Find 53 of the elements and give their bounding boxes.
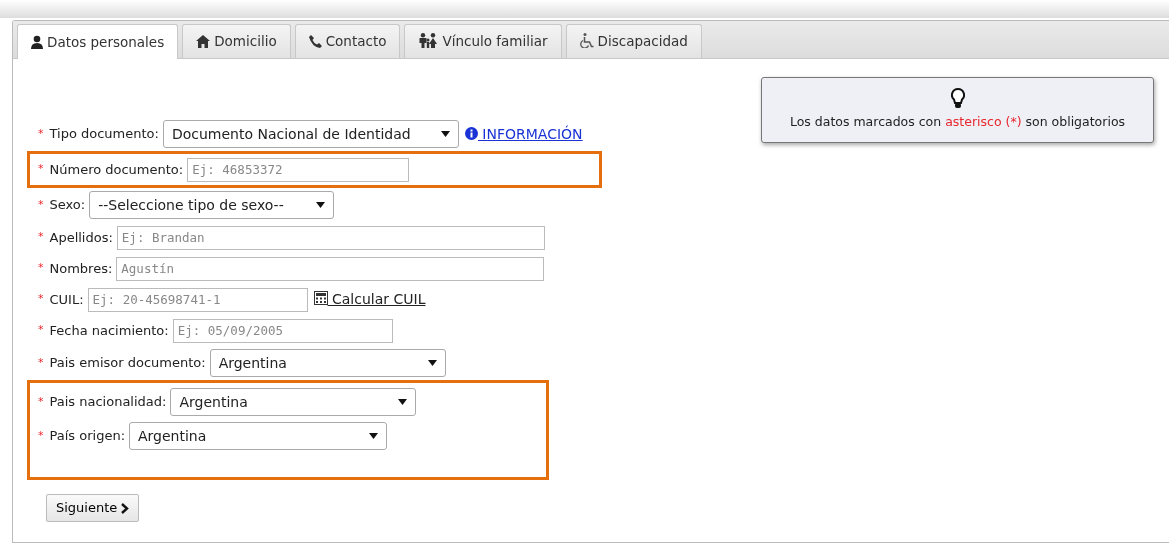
field-label: Fecha nacimiento: <box>49 321 169 340</box>
user-icon <box>31 34 43 49</box>
dropdown[interactable]: Argentina <box>170 388 417 416</box>
tab[interactable]: Domicilio <box>182 24 291 58</box>
input-field[interactable]: Ej: 46853372 <box>187 157 410 182</box>
field-label: Apellidos: <box>49 228 113 247</box>
family-icon <box>418 33 439 49</box>
input-field[interactable]: Agustín <box>116 256 545 281</box>
link[interactable]: INFORMACIÓN <box>464 123 583 145</box>
required-asterisk: * <box>38 427 44 444</box>
home-icon <box>196 35 211 49</box>
field-label: País origen: <box>49 427 126 446</box>
lightbulb-icon <box>950 88 965 111</box>
info-icon <box>464 126 478 140</box>
required-asterisk: * <box>38 260 44 277</box>
field-label: Número documento: <box>49 160 184 179</box>
field-label: Sexo: <box>49 196 86 215</box>
field-label: CUIL: <box>49 290 84 309</box>
field-label: Pais emisor documento: <box>49 354 206 373</box>
caret-icon <box>398 399 408 405</box>
dropdown[interactable]: --Seleccione tipo de sexo-- <box>89 191 335 219</box>
required-asterisk: * <box>38 161 44 178</box>
required-asterisk: * <box>38 291 44 308</box>
phone-icon <box>308 35 322 49</box>
field-label: Pais nacionalidad: <box>49 393 167 412</box>
chevron-right-icon <box>121 503 130 514</box>
caret-icon <box>316 202 326 208</box>
wheelchair-icon <box>579 33 594 49</box>
dropdown[interactable]: Argentina <box>209 349 446 377</box>
next-button[interactable]: Siguiente <box>46 494 140 522</box>
field-label: Nombres: <box>49 259 113 278</box>
calculator-icon <box>313 291 328 305</box>
required-asterisk: * <box>38 196 44 213</box>
tab[interactable]: Datos personales <box>17 24 179 59</box>
tab[interactable]: Discapacidad <box>565 24 702 58</box>
required-asterisk: * <box>38 125 44 142</box>
dropdown[interactable]: Documento Nacional de Identidad <box>162 120 459 148</box>
required-asterisk: * <box>38 393 44 410</box>
caret-icon <box>427 360 437 366</box>
dropdown[interactable]: Argentina <box>129 422 388 450</box>
input-field[interactable]: Ej: Brandan <box>116 225 545 250</box>
caret-icon <box>369 433 379 439</box>
tab[interactable]: Contacto <box>294 24 401 58</box>
note-text: Los datos marcados con asterisco (*) son obligatorios <box>789 113 1126 132</box>
caret-icon <box>440 131 450 137</box>
input-field[interactable]: Ej: 05/09/2005 <box>172 318 393 343</box>
link[interactable]: Calcular CUIL <box>313 289 426 310</box>
required-asterisk: * <box>38 229 44 246</box>
required-asterisk: * <box>38 354 44 371</box>
input-field[interactable]: Ej: 20-45698741-1 <box>87 287 308 312</box>
tab[interactable]: Vínculo familiar <box>404 24 562 58</box>
field-label: Tipo documento: <box>49 125 159 144</box>
required-asterisk: * <box>38 322 44 339</box>
